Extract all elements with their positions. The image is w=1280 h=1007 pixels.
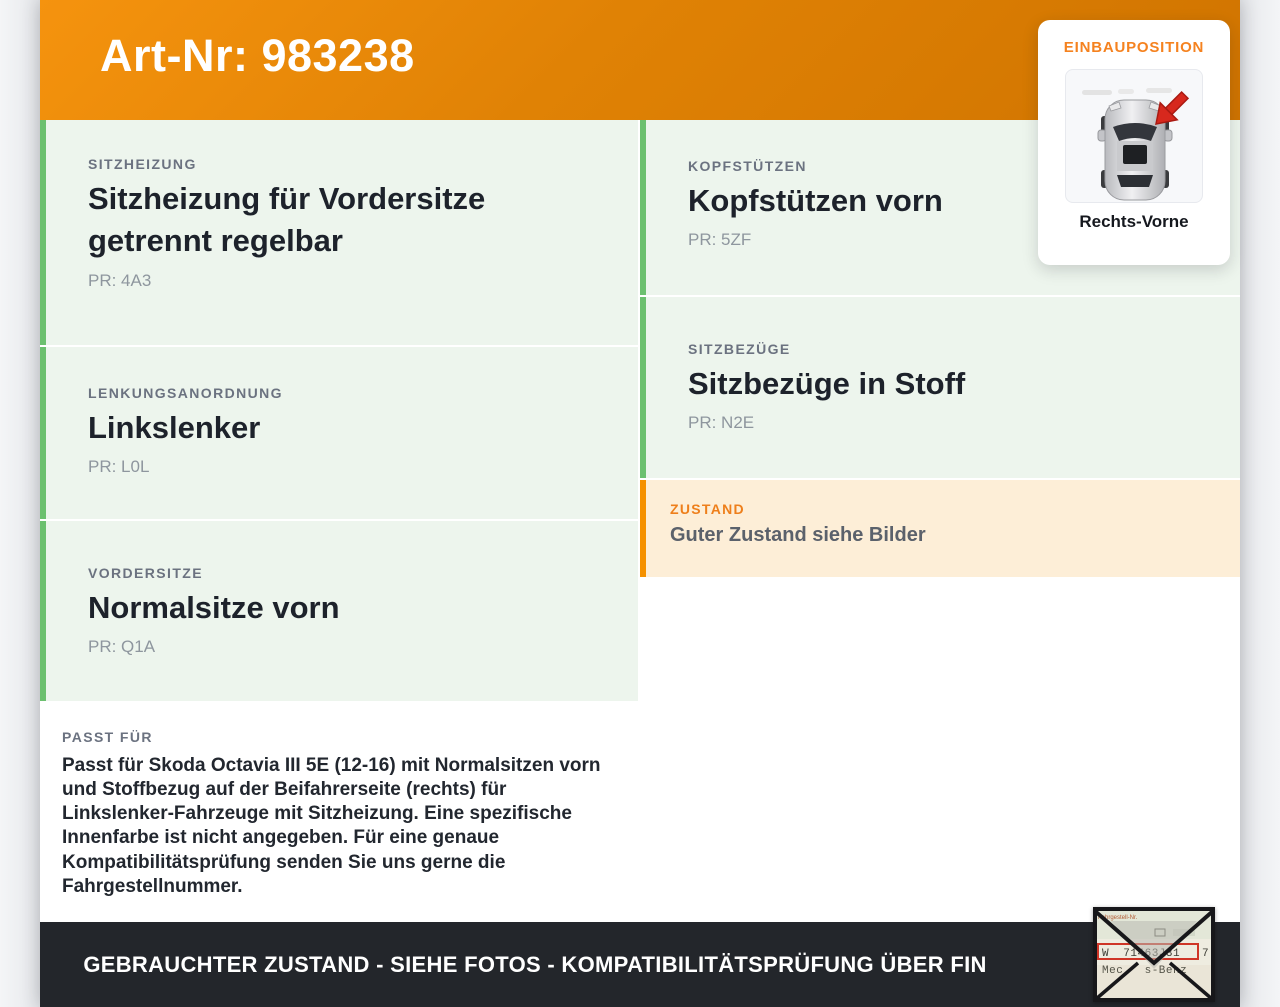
install-position-card: EINBAUPOSITION Rechts-Vorne <box>1038 20 1230 265</box>
card-label: VORDERSITZE <box>88 565 203 581</box>
footer-banner: GEBRAUCHTER ZUSTAND - SIEHE FOTOS - KOMP… <box>40 922 1240 1007</box>
article-number-title: Art-Nr: 983238 <box>100 30 415 81</box>
card-label: LENKUNGSANORDNUNG <box>88 385 283 401</box>
card-title: Sitzbezüge in Stoff <box>688 366 966 401</box>
pr-code: PR: 4A3 <box>88 270 152 290</box>
card-label: SITZHEIZUNG <box>88 156 197 172</box>
card-title: Linkslenker <box>88 410 261 445</box>
card-title: Sitzheizung für Vordersitze getrennt reg… <box>88 181 486 259</box>
install-position-image <box>1065 69 1203 203</box>
condition-value: Guter Zustand siehe Bilder <box>670 524 926 546</box>
footer-notice: GEBRAUCHTER ZUSTAND - SIEHE FOTOS - KOMP… <box>83 951 987 977</box>
pr-code: PR: L0L <box>88 457 150 477</box>
card-zustand: ZUSTAND Guter Zustand siehe Bilder <box>640 480 1240 577</box>
pr-code: PR: Q1A <box>88 637 156 657</box>
card-label: SITZBEZÜGE <box>688 341 791 357</box>
page-background: Art-Nr: 983238 EINBAUPOSITION Rechts-Vor… <box>0 0 1280 1007</box>
card-lenkungsanordnung: LENKUNGSANORDNUNG Linkslenker PR: L0L <box>40 347 638 519</box>
card-passt-fuer: PASST FÜR Passt für Skoda Octavia III 5E… <box>40 703 638 921</box>
doc-vin-suffix: 7 <box>1202 948 1209 960</box>
car-top-view-icon <box>1082 88 1190 201</box>
registration-document-thumbnail: Fahrgestell-Nr. W 71463J31 7 Mec s-Benz <box>1093 907 1215 1002</box>
card-sitzbezuege: SITZBEZÜGE Sitzbezüge in Stoff PR: N2E <box>640 297 1240 478</box>
left-column: SITZHEIZUNG Sitzheizung für Vordersitze … <box>40 120 638 921</box>
card-sitzheizung: SITZHEIZUNG Sitzheizung für Vordersitze … <box>40 120 638 345</box>
red-arrow-icon <box>1155 90 1190 125</box>
condition-label: ZUSTAND <box>670 501 745 517</box>
pr-code: PR: N2E <box>688 413 755 433</box>
envelope-icon: Fahrgestell-Nr. W 71463J31 7 Mec s-Benz <box>1093 907 1215 1002</box>
install-position-label: EINBAUPOSITION <box>1063 39 1205 56</box>
product-sheet: Art-Nr: 983238 EINBAUPOSITION Rechts-Vor… <box>40 0 1240 1007</box>
install-position-value: Rechts-Vorne <box>1079 212 1189 231</box>
card-vordersitze: VORDERSITZE Normalsitze vorn PR: Q1A <box>40 521 638 701</box>
fitment-description: Passt für Skoda Octavia III 5E (12-16) m… <box>62 755 601 897</box>
card-label: PASST FÜR <box>62 729 153 745</box>
card-title: Normalsitze vorn <box>88 590 340 625</box>
